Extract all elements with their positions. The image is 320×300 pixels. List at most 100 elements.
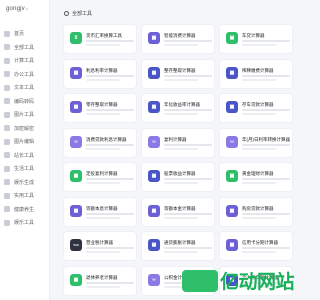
sidebar-item[interactable]: 娱乐工具 [4,217,48,228]
tool-card-description [164,212,212,215]
main-content: 全部工具 ¥ 货币汇率换算工具 ▦ 智能消费计算器 ▣ 车贷计算器 ▦ 利息利率计算器 ▦ 整存整… [56,0,300,300]
tool-card[interactable]: ▦ 年化收益率计算器 [142,94,214,122]
sidebar-item-label: 编码转码 [14,98,35,105]
sidebar-item-label: 办公工具 [14,71,35,78]
tool-card[interactable]: ¥ 货币汇率换算工具 [64,25,136,53]
tool-card-description [242,40,290,42]
tool-card-description [242,109,290,111]
tool-card-description [164,74,212,77]
calc-icon: ▦ [226,170,238,182]
sidebar-item-label: 全部工具 [14,44,35,51]
tool-card-description [164,247,212,249]
sidebar-item[interactable]: 娱乐生成 [4,177,48,188]
tool-card-description [164,182,198,184]
sidebar-item-label: 文本工具 [14,85,35,91]
nav-icon [4,30,10,37]
tool-card[interactable]: ▦ 黄金理财计算器 [220,163,292,191]
calc-icon: ▦ [148,170,160,182]
tool-card-description [242,143,290,146]
tool-card-description [86,109,134,111]
tool-card[interactable]: ▦ 整存整取计算器 [142,59,214,88]
calc-icon: ▦ [70,101,82,113]
tool-card-description [86,44,120,46]
link-icon: ∞ [148,273,160,286]
sidebar-item[interactable]: 文本工具 [4,82,48,93]
tool-card-description [86,78,120,81]
nav-icon [4,111,10,118]
tool-card-title: 货币汇率换算工具 [86,33,122,38]
calc-icon: ▦ [70,204,82,217]
calc-icon: ▦ [148,239,160,251]
tool-card[interactable]: ▦ 智能消费计算器 [142,25,214,53]
tool-card-title: 消费贷款利息计算器 [86,136,127,142]
tool-card[interactable]: ∞ 复利计算器 [142,128,214,157]
tool-card[interactable]: ▦ 退休养老计算器 [64,266,136,295]
tool-card-title: 车贷计算器 [242,33,265,38]
nav-icon [4,125,10,131]
sidebar-item[interactable]: 首页 [4,28,48,39]
tool-card-title: 稀释缴费计算器 [242,67,274,73]
tool-card-description [86,147,120,150]
tool-card[interactable]: ▦ 信用卡分期计算器 [220,232,292,260]
sidebar-item[interactable]: 实用工具 [4,190,48,201]
tool-card[interactable]: ∞ 年(月)日利率转换计算器 [220,128,292,157]
tool-card[interactable]: ▦ 等额本金计算器 [142,197,214,226]
tool-card-title: 股票收益计算器 [164,171,196,176]
calc-icon: ▦ [226,204,238,217]
calc-icon: ▦ [70,273,82,286]
tool-card-title: 等额本息计算器 [86,205,118,211]
tool-card[interactable]: ▦ 存车贷款计算器 [220,94,292,122]
sidebar-item[interactable]: 图片编辑 [4,136,48,147]
nav-icon [4,219,10,226]
tool-card-title: 黄金理财计算器 [242,171,274,176]
sidebar-item-label: 加密解密 [14,125,35,132]
tool-card[interactable]: ▦ 股票收益计算器 [142,163,214,191]
tool-card[interactable]: ▦ 等额本息计算器 [64,197,136,226]
tool-card[interactable]: ▦ 定投复利计算器 [64,163,136,191]
tool-card-description [86,251,120,253]
tool-card[interactable]: ∞ 消费贷款利息计算器 [64,128,136,157]
sidebar-item[interactable]: 生活工具 [4,163,48,174]
tool-card-description [86,285,120,288]
tool-card-description [164,216,198,219]
tool-card[interactable]: ▣ 车贷计算器 [220,25,292,53]
tool-card[interactable]: ▦ 利息利率计算器 [64,59,136,88]
sidebar-item[interactable]: 编码转码 [4,96,48,107]
tool-card[interactable]: ▦ 通货膨胀计算器 [142,232,214,260]
section-title: 全部工具 [72,11,93,17]
logo-text: gongjv [6,6,25,12]
sidebar-item[interactable]: 全部工具 [4,42,48,53]
tool-card-description [86,178,134,180]
tool-card-description [86,182,120,184]
tool-card[interactable]: ▦ 零存整取计算器 [64,94,136,122]
tool-card[interactable]: ▦ 购房贷款计算器 [220,197,292,226]
car-icon: ▣ [226,32,238,44]
sidebar-item[interactable]: 健康养生 [4,204,48,215]
sidebar-item[interactable]: 办公工具 [4,69,48,80]
sidebar-item[interactable]: 计算工具 [4,55,48,66]
sidebar-item-label: 首页 [14,31,25,37]
calc-icon: ▦ [70,170,82,182]
sidebar-item[interactable]: 加密解密 [4,123,48,134]
nav-icon [4,98,10,104]
link-icon: ∞ [226,135,238,148]
watermark: 亿动网站 [181,267,295,294]
nav-icon [4,44,10,50]
sidebar-item[interactable]: 站长工具 [4,150,48,161]
tool-card-description [86,113,120,115]
tool-card-description [86,143,134,146]
tool-card-title: 复利计算器 [164,136,187,142]
tool-card[interactable]: ▦ 稀释缴费计算器 [220,59,292,88]
nav-icon [4,57,10,64]
tool-card-description [86,74,134,77]
tool-card-description [242,78,276,81]
link-icon: ∞ [70,135,82,148]
logo[interactable]: gongjvz [6,6,28,12]
sidebar-item[interactable]: 图片工具 [4,109,48,120]
nav-icon [4,84,10,91]
section-header: 全部工具 [64,10,92,17]
link-icon: ∞ [148,135,160,148]
tool-card-description [164,44,198,46]
tool-card-title: 存车贷款计算器 [242,102,274,107]
tool-card[interactable]: TAX 营业税计算器 [64,232,136,260]
